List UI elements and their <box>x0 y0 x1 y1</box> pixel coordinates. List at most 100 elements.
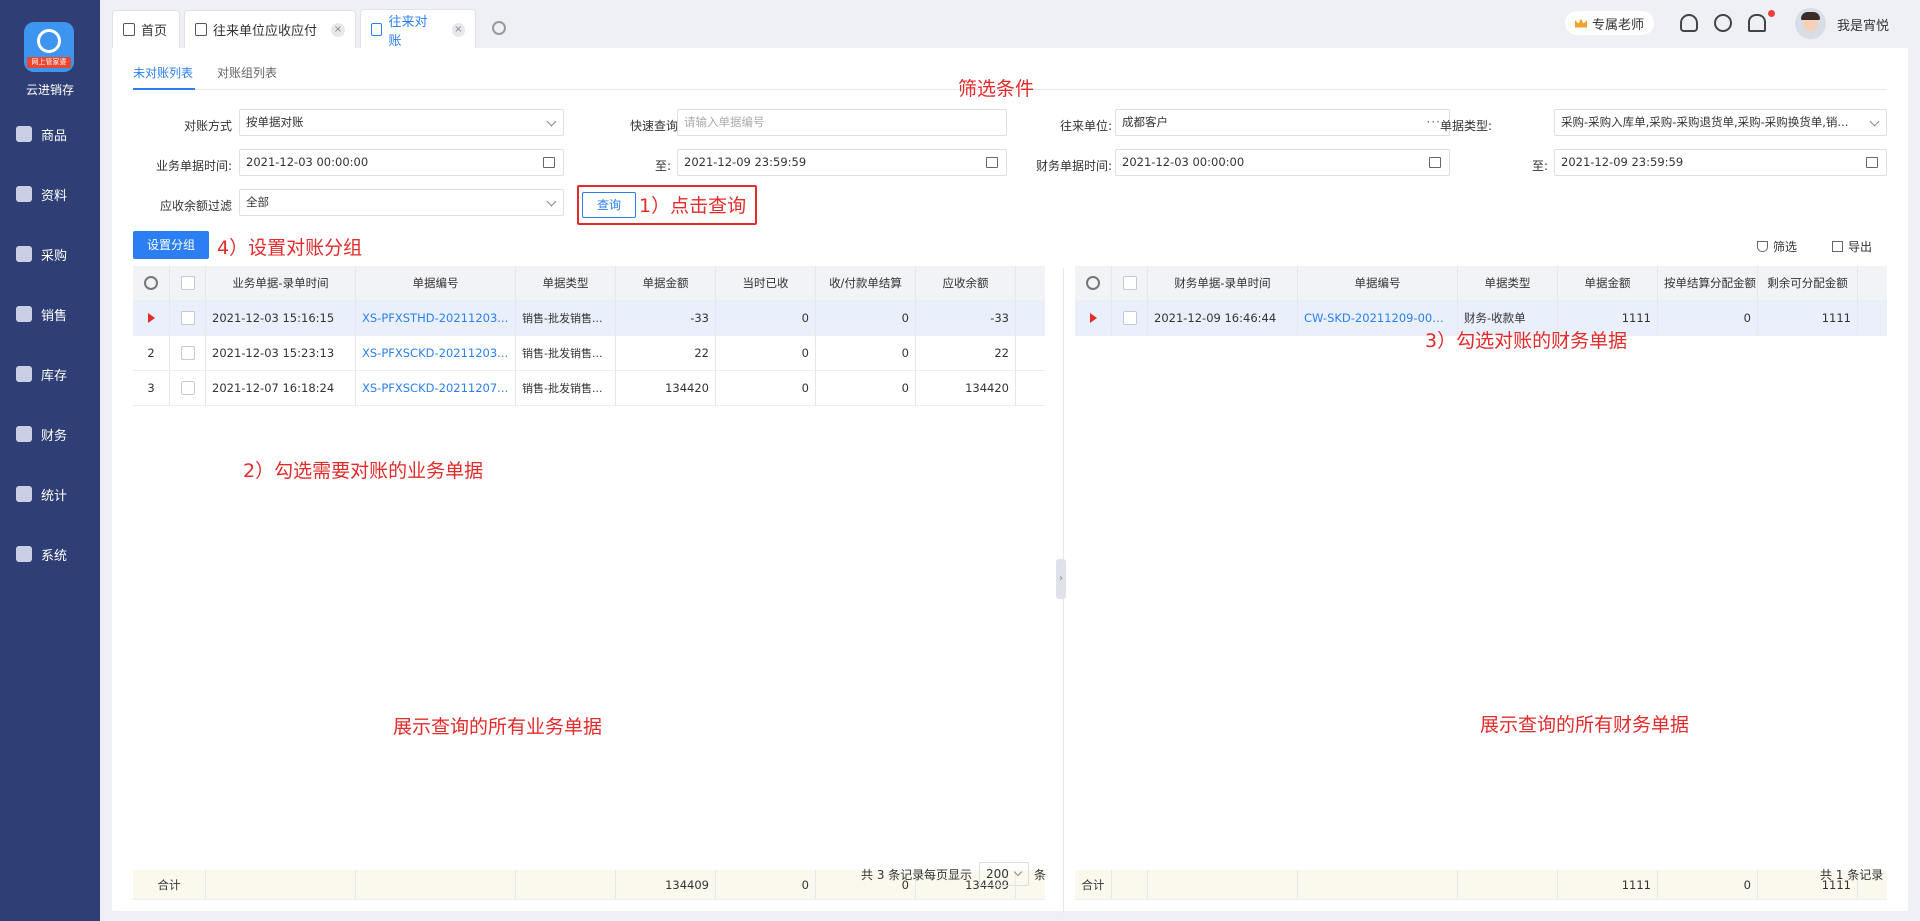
recon-mode-select[interactable]: 按单据对账 <box>239 109 564 136</box>
cell-type: 销售-批发销售... <box>516 301 616 335</box>
chevron-down-icon <box>1869 116 1880 127</box>
home-icon <box>123 23 135 36</box>
calendar-icon[interactable] <box>1429 157 1441 168</box>
current-row-arrow-icon <box>148 313 155 323</box>
close-icon[interactable]: × <box>331 22 345 37</box>
tab-receivables[interactable]: 往来单位应收应付 × <box>184 10 356 48</box>
column-settings[interactable] <box>1075 266 1112 300</box>
balance-filter-select[interactable]: 全部 <box>239 189 564 216</box>
cell-settled: 0 <box>816 371 916 405</box>
pager-unit: 条 <box>1034 868 1047 882</box>
doc-number-link[interactable]: XS-PFXSCKD-20211207... <box>356 371 516 405</box>
column-header[interactable]: 单据类型 <box>516 266 616 300</box>
biz-time-to-input[interactable]: 2021-12-09 23:59:59 <box>677 149 1007 176</box>
column-header[interactable]: 业务单据-录单时间 <box>206 266 356 300</box>
current-row-arrow-icon <box>1090 313 1097 323</box>
annotation-show-finance: 展示查询的所有财务单据 <box>1480 714 1690 736</box>
total-amount: 1111 <box>1558 870 1658 899</box>
sales-chart-icon <box>16 306 32 322</box>
doc-number-link[interactable]: XS-PFXSTHD-20211203... <box>356 301 516 335</box>
chevron-down-icon <box>1013 867 1023 877</box>
doc-type-label: 单据类型: <box>1439 119 1492 133</box>
cell-time: 2021-12-03 15:16:15 <box>206 301 356 335</box>
tab-home[interactable]: 首页 <box>112 10 180 48</box>
sidebar-item-data[interactable]: 资料 <box>0 177 100 211</box>
crown-icon <box>1575 18 1587 28</box>
column-settings[interactable] <box>133 266 170 300</box>
bell-icon[interactable] <box>1748 14 1766 32</box>
row-index: 3 <box>133 371 170 405</box>
select-all-checkbox[interactable] <box>1112 266 1148 300</box>
query-button[interactable]: 查询 <box>582 192 636 218</box>
brand-name: 云进销存 <box>25 83 74 97</box>
biz-time-from-input[interactable]: 2021-12-03 00:00:00 <box>239 149 564 176</box>
row-checkbox[interactable] <box>170 301 206 335</box>
file-icon <box>371 23 383 36</box>
username[interactable]: 我是宵悦 <box>1837 15 1889 34</box>
column-header[interactable]: 单据金额 <box>616 266 716 300</box>
row-indicator <box>133 301 170 335</box>
row-checkbox[interactable] <box>170 336 206 370</box>
dedicated-teacher-button[interactable]: 专属老师 <box>1565 11 1655 35</box>
sidebar: 网上管家婆 云进销存 商品 资料 采购 销售 库存 财务 统计 系统 <box>0 0 100 921</box>
pager-total: 共 1 条记录 <box>1820 868 1884 882</box>
column-header[interactable]: 收/付款单结算 <box>816 266 916 300</box>
calendar-icon[interactable] <box>543 157 555 168</box>
tab-settings-gear-icon[interactable] <box>492 21 506 35</box>
sidebar-item-system[interactable]: 系统 <box>0 537 100 571</box>
select-all-checkbox[interactable] <box>170 266 206 300</box>
column-header[interactable]: 按单结算分配金额 <box>1658 266 1758 300</box>
chevron-down-icon <box>546 116 557 127</box>
column-header[interactable]: 单据类型 <box>1458 266 1558 300</box>
avatar[interactable] <box>1795 8 1826 39</box>
tab-reconciliation[interactable]: 往来对账 × <box>360 9 476 49</box>
column-header[interactable]: 单据编号 <box>356 266 516 300</box>
sidebar-item-statistics[interactable]: 统计 <box>0 477 100 511</box>
cloud-download-icon[interactable] <box>1680 14 1698 32</box>
table-row[interactable]: 2021-12-03 15:16:15 XS-PFXSTHD-20211203.… <box>133 301 1045 336</box>
calendar-icon[interactable] <box>1866 157 1878 168</box>
quick-search-input[interactable]: 请输入单据编号 <box>677 109 1007 136</box>
notification-dot <box>1768 10 1775 17</box>
active-tab-underline <box>133 88 195 90</box>
row-checkbox[interactable] <box>170 371 206 405</box>
doc-number-link[interactable]: XS-PFXSCKD-20211203... <box>356 336 516 370</box>
column-header[interactable]: 当时已收 <box>716 266 816 300</box>
table-row[interactable]: 3 2021-12-07 16:18:24 XS-PFXSCKD-2021120… <box>133 371 1045 406</box>
row-checkbox[interactable] <box>1112 301 1148 335</box>
tab-unreconciled-list[interactable]: 未对账列表 <box>133 64 193 81</box>
sidebar-item-sales[interactable]: 销售 <box>0 297 100 331</box>
fin-time-to-input[interactable]: 2021-12-09 23:59:59 <box>1554 149 1887 176</box>
cell-type: 销售-批发销售... <box>516 371 616 405</box>
annotation-show-business: 展示查询的所有业务单据 <box>393 716 603 738</box>
annotation-step1: 1）点击查询 <box>639 195 747 217</box>
sidebar-item-finance[interactable]: 财务 <box>0 417 100 451</box>
annotation-step2: 2）勾选需要对账的业务单据 <box>243 460 484 482</box>
sidebar-item-goods[interactable]: 商品 <box>0 117 100 151</box>
column-header[interactable]: 单据金额 <box>1558 266 1658 300</box>
cell-amount: 22 <box>616 336 716 370</box>
search-icon[interactable] <box>1714 14 1732 32</box>
gear-icon <box>144 276 158 290</box>
column-header[interactable]: 财务单据-录单时间 <box>1148 266 1298 300</box>
page-size-select[interactable]: 200 <box>979 862 1029 886</box>
system-gear-icon <box>16 546 32 562</box>
close-icon[interactable]: × <box>451 22 465 37</box>
doc-type-select[interactable]: 采购-采购入库单,采购-采购退货单,采购-采购换货单,销... <box>1554 109 1887 136</box>
sidebar-item-inventory[interactable]: 库存 <box>0 357 100 391</box>
set-group-button[interactable]: 设置分组 <box>133 231 209 259</box>
filter-button[interactable]: 筛选 <box>1757 238 1797 255</box>
table-row[interactable]: 2 2021-12-03 15:23:13 XS-PFXSCKD-2021120… <box>133 336 1045 371</box>
tab-reconciliation-groups[interactable]: 对账组列表 <box>217 64 277 81</box>
column-header[interactable]: 剩余可分配金额 <box>1758 266 1858 300</box>
cell-time: 2021-12-09 16:46:44 <box>1148 301 1298 335</box>
export-icon <box>1832 241 1843 252</box>
fin-time-label: 财务单据时间: <box>1035 159 1112 173</box>
export-button[interactable]: 导出 <box>1832 238 1872 255</box>
cell-allocated: 0 <box>1658 301 1758 335</box>
column-header[interactable]: 单据编号 <box>1298 266 1458 300</box>
sidebar-item-purchase[interactable]: 采购 <box>0 237 100 271</box>
collapse-handle[interactable]: › <box>1056 559 1066 599</box>
column-header[interactable]: 应收余额 <box>916 266 1016 300</box>
fin-time-from-input[interactable]: 2021-12-03 00:00:00 <box>1115 149 1450 176</box>
